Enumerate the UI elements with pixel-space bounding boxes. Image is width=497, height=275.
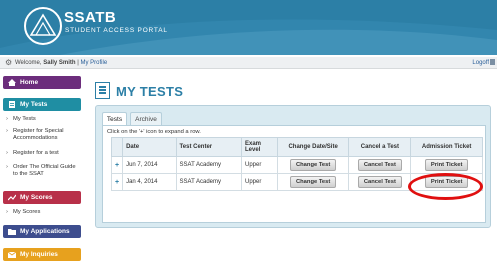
sidebar-link-special-accommodations[interactable]: › Register for Special Accommodations [6,128,81,142]
column-header-change-date-site: Change Date/Site [276,137,350,157]
test-date-cell: Jan 4, 2014 [122,173,177,191]
sidebar-link-register-test[interactable]: › Register for a test [6,150,81,157]
column-header-cancel-test: Cancel a Test [348,137,412,157]
sidebar-item-home[interactable]: Home [3,76,81,89]
expand-row-icon[interactable]: + [115,179,119,186]
sidebar-link-label: Order The Official Guide to the SSAT [13,164,76,177]
tab-archive[interactable]: Archive [130,112,162,125]
change-test-button[interactable]: Change Test [289,159,337,171]
user-name: Sally Smith [43,60,76,66]
sidebar-link-label: My Tests [13,116,36,122]
sidebar-item-my-inquiries[interactable]: My Inquiries [3,248,81,261]
chevron-right-icon: › [6,164,8,170]
gear-icon[interactable]: ⚙ [5,58,12,67]
expand-hint-text: Click on the '+' icon to expand a row. [107,129,201,135]
sidebar-home-label: Home [20,79,39,86]
page-title: MY TESTS [116,84,184,99]
exam-level-cell: Upper [241,156,278,174]
test-date-cell: Jun 7, 2014 [122,156,177,174]
sidebar: Home My Tests › My Tests › Register for Sp… [0,72,82,275]
sidebar-link-official-guide[interactable]: › Order The Official Guide to the SSAT [6,164,81,178]
sidebar-link-label: Register for a test [13,150,59,156]
my-profile-link[interactable]: My Profile [80,60,107,66]
cancel-test-button[interactable]: Cancel Test [357,176,402,188]
chevron-right-icon: › [6,150,8,156]
welcome-text: Welcome, Sally Smith | My Profile [15,60,107,66]
sidebar-item-my-scores[interactable]: My Scores [3,191,81,204]
sidebar-applications-label: My Applications [20,228,70,235]
table-row: + Jun 7, 2014 SSAT Academy Upper Change … [110,156,483,174]
change-test-button[interactable]: Change Test [289,176,337,188]
table-header-row: Date Test Center Exam Level Change Date/… [110,137,483,157]
sidebar-link-label: Register for Special Accommodations [13,128,64,141]
expand-column-header [110,137,124,157]
print-ticket-button[interactable]: Print Ticket [424,159,469,171]
test-center-cell: SSAT Academy [175,173,243,191]
inquiry-icon [8,251,16,258]
sidebar-item-my-applications[interactable]: My Applications [3,225,81,238]
tab-tests[interactable]: Tests [102,112,127,125]
exam-level-cell: Upper [241,173,278,191]
folder-icon [8,229,16,235]
expand-row-icon[interactable]: + [115,162,119,169]
tests-page-icon [95,82,110,99]
column-header-date: Date [122,137,177,157]
logoff-link[interactable]: Logoff [472,60,489,66]
column-header-admission-ticket: Admission Ticket [410,137,483,157]
column-header-exam-level: Exam Level [241,137,278,157]
sidebar-tests-label: My Tests [20,101,48,108]
welcome-bar: ⚙ Welcome, Sally Smith | My Profile Logo… [0,57,497,69]
logoff-icon[interactable] [490,59,495,65]
sidebar-link-my-scores[interactable]: › My Scores [6,209,81,216]
chevron-right-icon: › [6,116,8,122]
welcome-prefix: Welcome, [15,60,44,66]
cancel-test-button[interactable]: Cancel Test [357,159,402,171]
tests-panel: Tests Archive Click on the '+' icon to e… [95,105,491,228]
chart-icon [8,194,16,201]
portal-header: SSATB STUDENT ACCESS PORTAL [0,0,497,55]
sidebar-link-my-tests[interactable]: › My Tests [6,116,81,123]
column-header-test-center: Test Center [175,137,243,157]
sidebar-link-label: My Scores [13,209,41,215]
sidebar-inquiries-label: My Inquiries [20,251,58,258]
sidebar-item-my-tests[interactable]: My Tests [3,98,81,111]
ssatb-logo-icon [24,7,62,45]
chevron-right-icon: › [6,209,8,215]
sidebar-scores-label: My Scores [20,194,53,201]
brand-name: SSATB [64,9,117,26]
home-icon [8,79,16,86]
brand-subtitle: STUDENT ACCESS PORTAL [65,27,168,34]
document-icon [9,101,15,108]
print-ticket-highlight-circle [408,173,483,200]
test-center-cell: SSAT Academy [175,156,243,174]
chevron-right-icon: › [6,128,8,134]
